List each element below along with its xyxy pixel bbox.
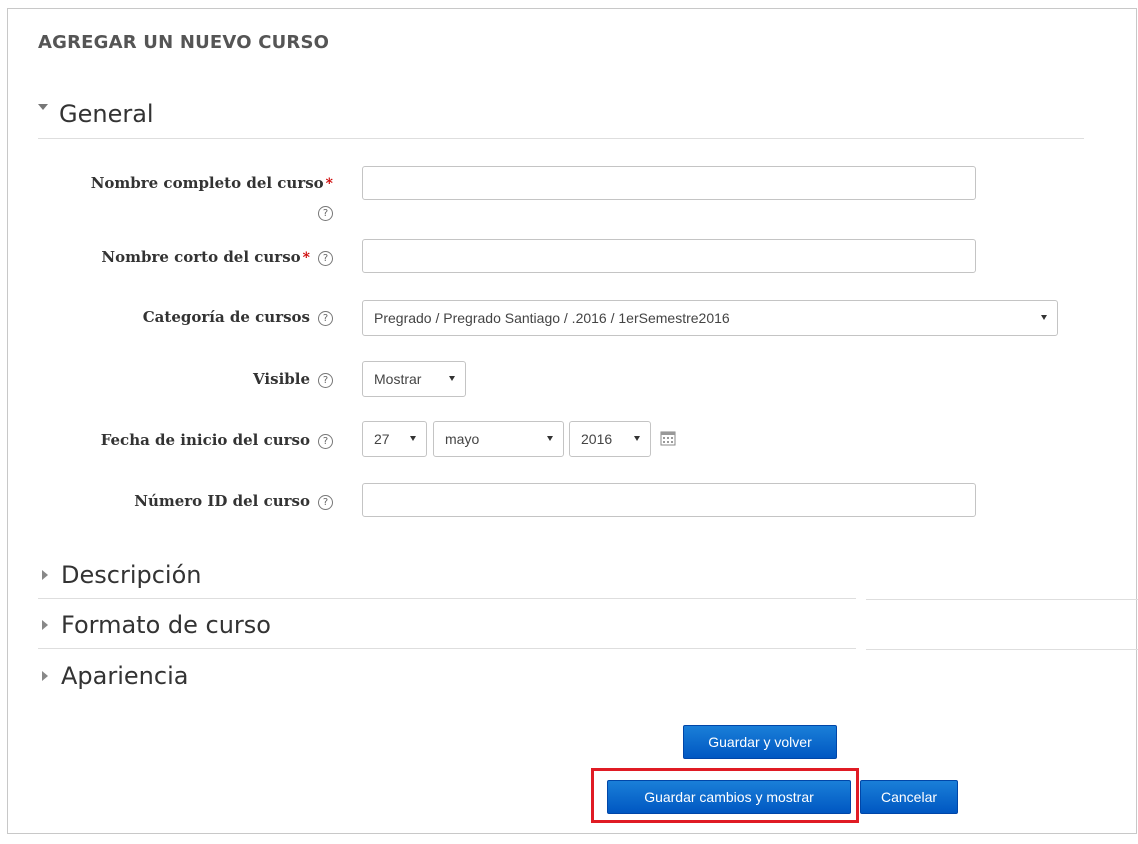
startdate-label-text: Fecha de inicio del curso xyxy=(100,431,310,449)
section-general-toggle[interactable]: General xyxy=(38,100,154,128)
triangle-right-icon xyxy=(42,570,48,580)
startdate-label: Fecha de inicio del curso? xyxy=(101,431,333,449)
visible-label: Visible? xyxy=(253,370,333,388)
save-return-button[interactable]: Guardar y volver xyxy=(683,725,837,759)
idnumber-input[interactable] xyxy=(362,483,976,517)
section-general-label: General xyxy=(59,100,154,128)
required-mark: * xyxy=(302,250,310,266)
help-icon[interactable]: ? xyxy=(318,494,333,510)
category-select-value: Pregrado / Pregrado Santiago / .2016 / 1… xyxy=(374,310,730,326)
month-select[interactable]: mayo xyxy=(433,421,564,457)
month-select-value: mayo xyxy=(445,431,480,447)
idnumber-label: Número ID del curso? xyxy=(134,492,333,510)
save-display-button[interactable]: Guardar cambios y mostrar xyxy=(607,780,851,814)
fullname-label-text: Nombre completo del curso xyxy=(90,174,324,192)
help-icon[interactable]: ? xyxy=(318,310,333,326)
divider xyxy=(38,598,856,599)
visible-select-value: Mostrar xyxy=(374,371,422,387)
required-mark: * xyxy=(325,176,333,192)
chevron-down-icon xyxy=(547,436,553,441)
section-apariencia-toggle[interactable]: Apariencia xyxy=(38,662,188,690)
page-title: AGREGAR UN NUEVO CURSO xyxy=(38,32,330,53)
shortname-label-text: Nombre corto del curso xyxy=(101,248,301,266)
cancel-button[interactable]: Cancelar xyxy=(860,780,958,814)
shortname-label: Nombre corto del curso *? xyxy=(101,248,333,266)
divider xyxy=(866,599,1138,600)
help-icon[interactable]: ? xyxy=(318,372,333,388)
visible-label-text: Visible xyxy=(253,370,310,388)
idnumber-label-text: Número ID del curso xyxy=(134,492,310,510)
category-label: Categoría de cursos? xyxy=(143,308,333,326)
section-formato-label: Formato de curso xyxy=(61,611,271,639)
triangle-down-icon xyxy=(38,104,48,110)
calendar-icon[interactable] xyxy=(660,430,676,446)
year-select[interactable]: 2016 xyxy=(569,421,651,457)
divider xyxy=(866,649,1138,650)
day-select-value: 27 xyxy=(374,431,390,447)
visible-select[interactable]: Mostrar xyxy=(362,361,466,397)
category-select[interactable]: Pregrado / Pregrado Santiago / .2016 / 1… xyxy=(362,300,1058,336)
triangle-right-icon xyxy=(42,671,48,681)
section-descripcion-toggle[interactable]: Descripción xyxy=(38,561,201,589)
triangle-right-icon xyxy=(42,620,48,630)
divider xyxy=(38,648,856,649)
category-label-text: Categoría de cursos xyxy=(142,308,310,326)
shortname-input[interactable] xyxy=(362,239,976,273)
fullname-label: Nombre completo del curso * xyxy=(91,174,333,192)
year-select-value: 2016 xyxy=(581,431,613,447)
chevron-down-icon xyxy=(634,436,640,441)
section-formato-toggle[interactable]: Formato de curso xyxy=(38,611,271,639)
help-icon[interactable]: ? xyxy=(318,433,333,449)
fullname-input[interactable] xyxy=(362,166,976,200)
chevron-down-icon xyxy=(449,376,455,381)
section-descripcion-label: Descripción xyxy=(61,561,202,589)
help-icon[interactable]: ? xyxy=(318,250,333,266)
chevron-down-icon xyxy=(1041,315,1047,320)
day-select[interactable]: 27 xyxy=(362,421,427,457)
help-icon[interactable]: ? xyxy=(318,206,333,221)
chevron-down-icon xyxy=(410,436,416,441)
section-apariencia-label: Apariencia xyxy=(61,662,189,690)
divider xyxy=(38,138,1084,139)
